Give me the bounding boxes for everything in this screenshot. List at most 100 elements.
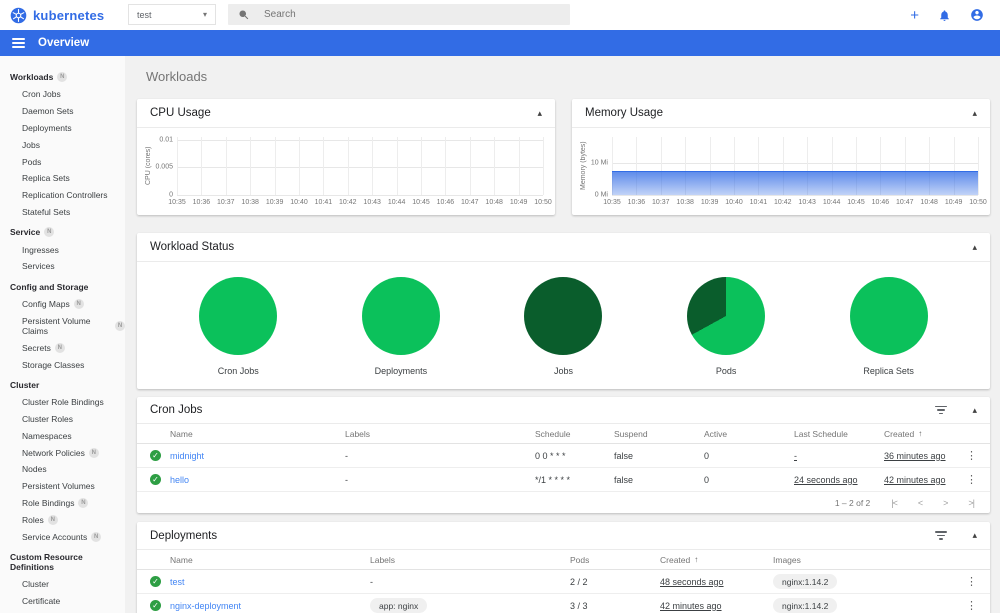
- sidebar-item-persistent-volumes[interactable]: Persistent Volumes: [0, 478, 125, 495]
- search-input[interactable]: [262, 8, 502, 21]
- sidebar-item-cluster-issuer[interactable]: Cluster Issuer: [0, 610, 125, 613]
- brand[interactable]: kubernetes: [10, 7, 104, 24]
- resource-link[interactable]: test: [170, 577, 185, 587]
- search-bar[interactable]: [228, 4, 570, 25]
- deployments-table-header: Name Labels Pods Created ↑ Images: [137, 550, 990, 570]
- sidebar-item-replica-sets[interactable]: Replica Sets: [0, 170, 125, 187]
- sidebar-item-secrets[interactable]: Secrets N: [0, 339, 125, 356]
- menu-hamburger-icon[interactable]: [12, 37, 25, 49]
- column-header-labels[interactable]: Labels: [370, 555, 570, 565]
- x-tick-label: 10:49: [944, 199, 963, 206]
- sidebar-item-label: Ingresses: [22, 244, 59, 255]
- collapse-icon[interactable]: ▴: [972, 531, 977, 540]
- sidebar-section-config-and-storage[interactable]: Config and Storage: [0, 278, 125, 296]
- sidebar-item-persistent-volume-claims[interactable]: Persistent Volume Claims N: [0, 313, 125, 340]
- sidebar-item-pods[interactable]: Pods: [0, 153, 125, 170]
- filter-icon[interactable]: [935, 405, 948, 415]
- gridline: [543, 137, 544, 195]
- y-axis-label: Memory (bytes): [580, 141, 587, 191]
- column-header-schedule[interactable]: Schedule: [535, 429, 614, 439]
- sidebar-section-workloads[interactable]: Workloads N: [0, 68, 125, 86]
- status-cell: ✓: [150, 576, 170, 587]
- x-tick-label: 10:37: [217, 199, 235, 206]
- sidebar-item-roles[interactable]: Roles N: [0, 511, 125, 528]
- row-menu-icon[interactable]: ⋮: [961, 449, 977, 462]
- row-menu-icon[interactable]: ⋮: [961, 575, 977, 588]
- create-resource-icon[interactable]: +: [910, 8, 919, 23]
- sidebar-section-service[interactable]: Service N: [0, 223, 125, 241]
- cronjobs-table-header: Name Labels Schedule Suspend Active Last Sche…: [137, 424, 990, 444]
- prev-page-icon[interactable]: <: [918, 498, 923, 508]
- sidebar-item-service-accounts[interactable]: Service Accounts N: [0, 528, 125, 545]
- sidebar-item-cron-jobs[interactable]: Cron Jobs: [0, 86, 125, 103]
- sidebar-item-storage-classes[interactable]: Storage Classes: [0, 356, 125, 373]
- filter-icon[interactable]: [935, 531, 948, 540]
- workload-pies: Cron Jobs Deployments Jobs Pods Replica Sets: [137, 262, 990, 376]
- notifications-bell-icon[interactable]: [938, 9, 951, 22]
- sidebar-item-ingresses[interactable]: Ingresses: [0, 241, 125, 258]
- sidebar-item-config-maps[interactable]: Config Maps N: [0, 296, 125, 313]
- collapse-icon[interactable]: ▴: [972, 405, 977, 415]
- resource-link[interactable]: midnight: [170, 451, 204, 461]
- next-page-icon[interactable]: >: [943, 498, 948, 508]
- sidebar-item-namespaces[interactable]: Namespaces: [0, 428, 125, 445]
- sidebar-item-deployments[interactable]: Deployments: [0, 120, 125, 137]
- column-header-pods[interactable]: Pods: [570, 555, 660, 565]
- column-header-last-schedule[interactable]: Last Schedule: [794, 429, 884, 439]
- new-items-badge: N: [91, 531, 102, 542]
- sidebar-item-cluster-roles[interactable]: Cluster Roles: [0, 411, 125, 428]
- sidebar-section-cluster[interactable]: Cluster: [0, 376, 125, 394]
- row-menu-icon[interactable]: ⋮: [961, 473, 977, 486]
- sidebar-item-cluster[interactable]: Cluster: [0, 576, 125, 593]
- relative-time-link[interactable]: 42 minutes ago: [884, 475, 946, 485]
- gridline: [177, 137, 178, 195]
- sidebar-item-services[interactable]: Services: [0, 258, 125, 275]
- table-row-test: ✓ test -2 / 2 48 seconds ago nginx:1.14.2 ⋮: [137, 570, 990, 594]
- relative-time-link[interactable]: 48 seconds ago: [660, 577, 724, 587]
- column-header-name[interactable]: Name: [170, 555, 370, 565]
- sidebar-item-certificate[interactable]: Certificate: [0, 593, 125, 610]
- gridline: [372, 137, 374, 195]
- sidebar-item-stateful-sets[interactable]: Stateful Sets: [0, 203, 125, 220]
- sidebar-item-network-policies[interactable]: Network Policies N: [0, 444, 125, 461]
- relative-time-link[interactable]: -: [794, 451, 797, 461]
- brand-text: kubernetes: [33, 7, 105, 23]
- label-chip: nginx:1.14.2: [773, 574, 838, 589]
- sidebar-item-replication-controllers[interactable]: Replication Controllers: [0, 187, 125, 204]
- table-row-nginx-deployment: ✓ nginx-deployment app: nginx 3 / 3 42 minut…: [137, 594, 990, 613]
- x-tick-label: 10:43: [798, 199, 816, 206]
- column-header-suspend[interactable]: Suspend: [614, 429, 704, 439]
- sidebar-item-nodes[interactable]: Nodes: [0, 461, 125, 478]
- column-header-active[interactable]: Active: [704, 429, 794, 439]
- search-icon: [239, 10, 249, 19]
- sidebar-item-daemon-sets[interactable]: Daemon Sets: [0, 103, 125, 120]
- x-tick-label: 10:39: [700, 199, 719, 206]
- namespace-select[interactable]: test ▾: [128, 4, 216, 25]
- collapse-icon[interactable]: ▴: [972, 242, 977, 252]
- sidebar-section-custom-resource-definitions[interactable]: Custom Resource Definitions: [0, 548, 125, 576]
- x-tick-label: 10:35: [168, 199, 186, 206]
- resource-link[interactable]: nginx-deployment: [170, 601, 241, 611]
- column-header-name[interactable]: Name: [170, 429, 345, 439]
- workload-pie-cron-jobs: Cron Jobs: [157, 277, 320, 376]
- sidebar-item-cluster-role-bindings[interactable]: Cluster Role Bindings: [0, 394, 125, 411]
- label-chip: nginx:1.14.2: [773, 598, 838, 613]
- column-header-labels[interactable]: Labels: [345, 429, 535, 439]
- resource-link[interactable]: hello: [170, 475, 189, 485]
- column-header-created[interactable]: Created ↑: [884, 429, 961, 439]
- gridline: [469, 137, 471, 195]
- collapse-icon[interactable]: ▴: [537, 108, 542, 118]
- relative-time-link[interactable]: 36 minutes ago: [884, 451, 946, 461]
- sidebar-item-role-bindings[interactable]: Role Bindings N: [0, 495, 125, 512]
- row-menu-icon[interactable]: ⋮: [961, 599, 977, 612]
- sidebar-item-jobs[interactable]: Jobs: [0, 136, 125, 153]
- relative-time-link[interactable]: 24 seconds ago: [794, 475, 858, 485]
- collapse-icon[interactable]: ▴: [972, 108, 977, 118]
- first-page-icon[interactable]: |<: [891, 498, 898, 508]
- user-account-icon[interactable]: [970, 8, 984, 22]
- last-page-icon[interactable]: >|: [968, 498, 975, 508]
- column-header-images[interactable]: Images: [773, 555, 961, 565]
- relative-time-link[interactable]: 42 minutes ago: [660, 601, 722, 611]
- column-header-created[interactable]: Created ↑: [660, 555, 773, 565]
- chevron-down-icon: ▾: [202, 10, 207, 19]
